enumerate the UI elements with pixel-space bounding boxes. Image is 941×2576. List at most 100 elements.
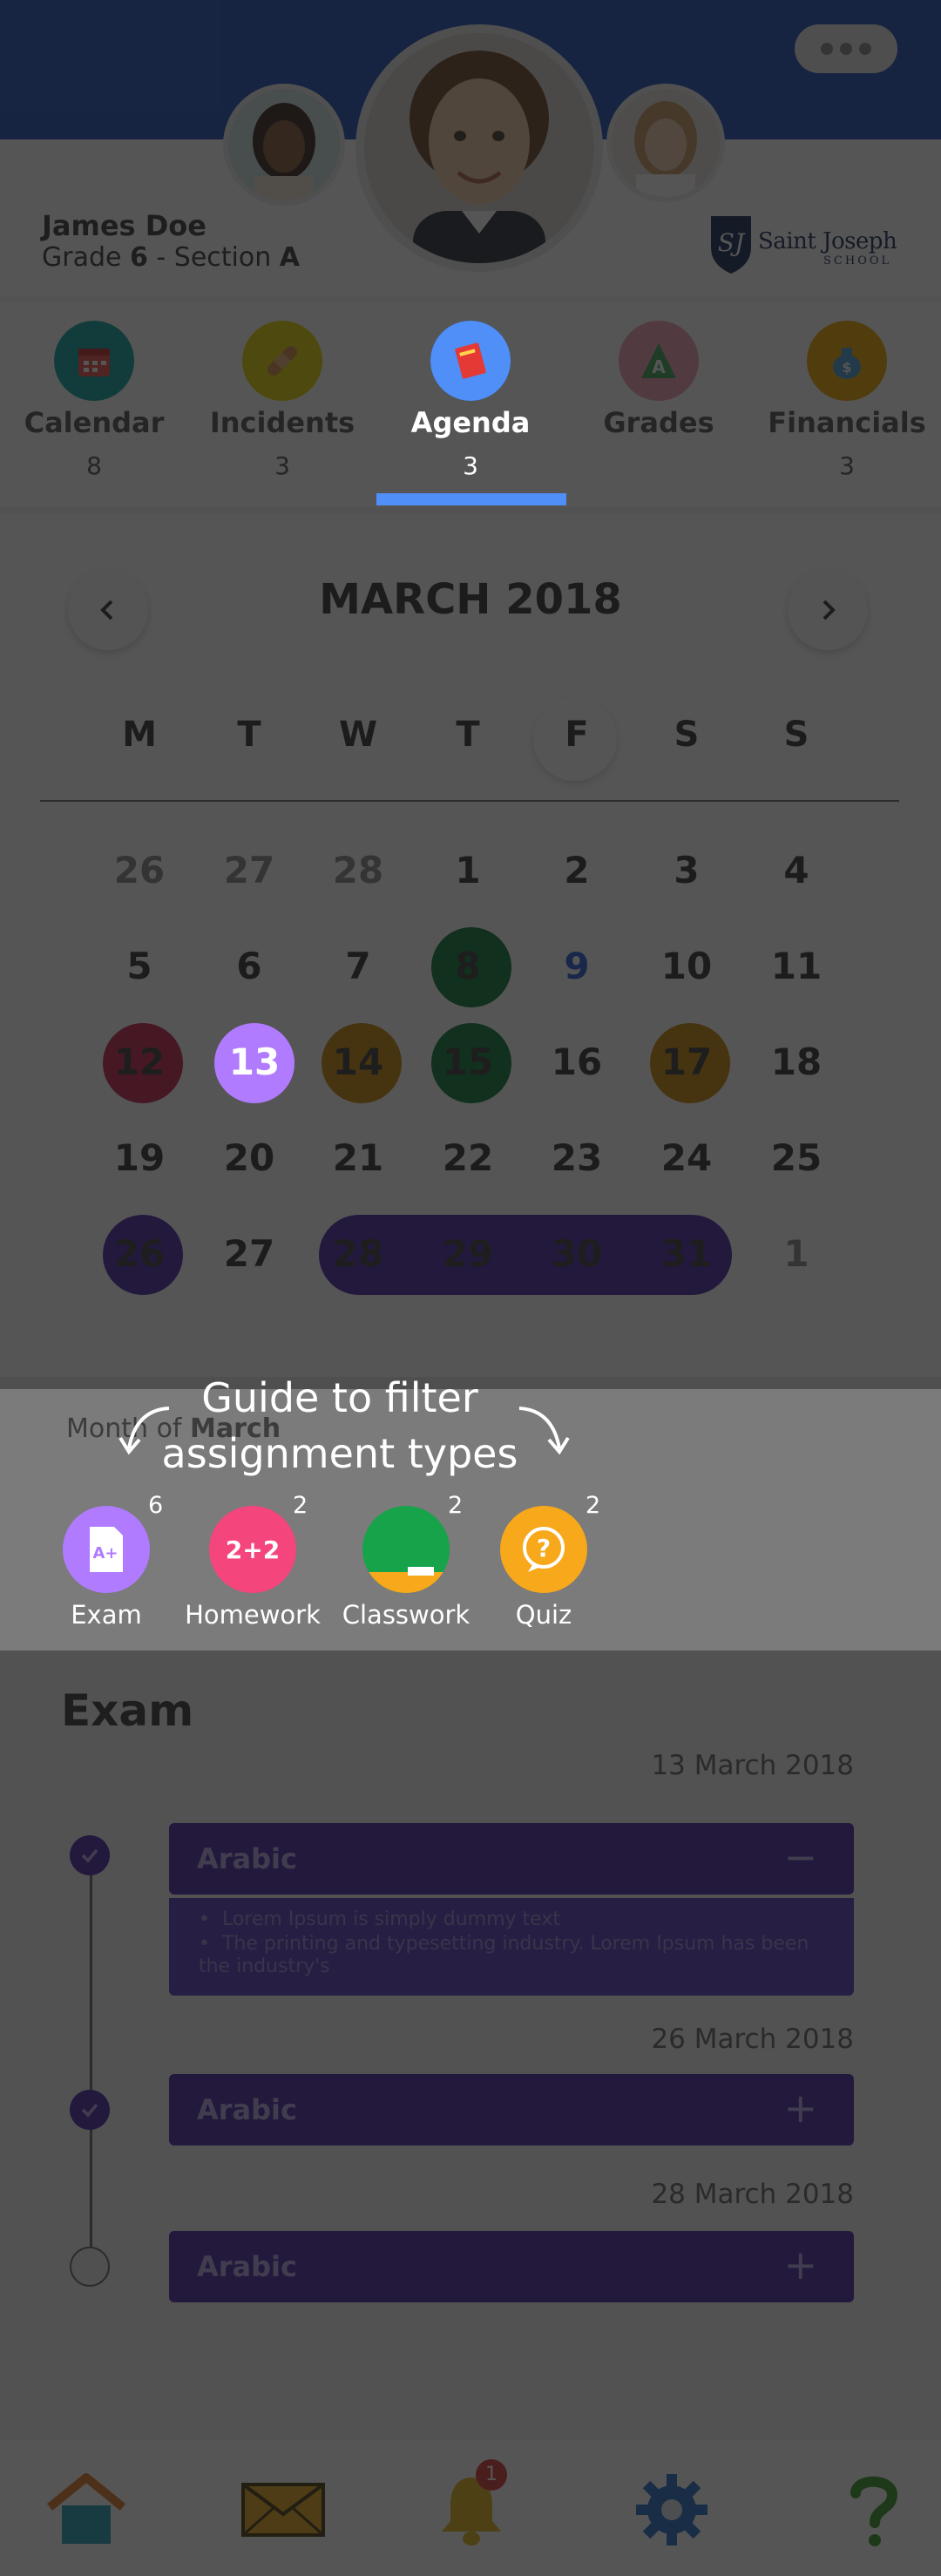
calendar-day[interactable]: 20	[206, 1119, 293, 1197]
selected-day-number[interactable]: 13	[211, 1023, 298, 1102]
calendar-day[interactable]: 29	[424, 1215, 511, 1293]
tab-count: 3	[463, 451, 478, 480]
calendar-day[interactable]: 16	[533, 1023, 620, 1102]
svg-text:$: $	[842, 359, 851, 376]
guide-line: Guide to filter	[201, 1374, 478, 1421]
expand-button[interactable]: +	[783, 2085, 817, 2132]
svg-text:SJ: SJ	[718, 228, 746, 257]
filter-label: Homework	[185, 1600, 321, 1630]
calendar-day[interactable]: 17	[643, 1023, 730, 1102]
filter-count: 6	[148, 1492, 164, 1519]
calendar-day[interactable]: 26	[96, 1215, 183, 1293]
filter-exam[interactable]: A+ 6 Exam	[37, 1492, 176, 1630]
calendar-day[interactable]: 31	[643, 1215, 730, 1293]
calendar-day[interactable]: 5	[96, 927, 183, 1006]
money-bag-icon: $	[807, 321, 887, 401]
classwork-icon	[362, 1506, 450, 1593]
filter-homework[interactable]: 2+2 2 Homework	[183, 1492, 322, 1630]
calendar-day[interactable]: 11	[753, 927, 840, 1006]
svg-text:A: A	[652, 356, 666, 377]
weekday-label: T	[237, 715, 261, 755]
timeline-line	[90, 1854, 92, 2264]
calendar-day[interactable]: 27	[206, 831, 293, 910]
calendar-day[interactable]: 4	[753, 831, 840, 910]
calendar-day[interactable]: 15	[424, 1023, 511, 1102]
filter-classwork[interactable]: 2 Classwork	[336, 1492, 476, 1630]
check-icon	[70, 2090, 110, 2130]
calendar-day[interactable]: 28	[315, 1215, 402, 1293]
book-icon	[430, 321, 511, 401]
calendar-day[interactable]: 1	[424, 831, 511, 910]
svg-text:A+: A+	[92, 1544, 118, 1563]
calendar-day[interactable]: 14	[315, 1023, 402, 1102]
filter-count: 2	[586, 1492, 601, 1519]
grade-a-icon: A	[619, 321, 699, 401]
tab-label: Incidents	[209, 406, 355, 439]
calendar-day[interactable]: 19	[96, 1119, 183, 1197]
tab-count: 8	[86, 451, 102, 480]
tab-grades[interactable]: A Grades	[565, 302, 753, 507]
notification-badge: 1	[476, 2459, 507, 2491]
calendar-day[interactable]: 22	[424, 1119, 511, 1197]
calendar-day[interactable]: 24	[643, 1119, 730, 1197]
calendar-day[interactable]: 26	[96, 831, 183, 910]
calendar-day[interactable]: 25	[753, 1119, 840, 1197]
homework-icon: 2+2	[209, 1506, 296, 1593]
settings-icon[interactable]	[624, 2466, 720, 2553]
home-icon[interactable]	[38, 2466, 134, 2553]
student-avatar[interactable]	[355, 24, 603, 272]
sibling-avatar-left[interactable]	[223, 84, 345, 206]
calendar-day-today[interactable]: 9	[533, 927, 620, 1006]
calendar-day[interactable]: 23	[533, 1119, 620, 1197]
exam-entry-header[interactable]: Arabic +	[169, 2074, 854, 2146]
check-icon	[70, 1835, 110, 1875]
calendar-divider	[40, 800, 899, 802]
calendar-day[interactable]: 12	[96, 1023, 183, 1102]
quiz-icon: ?	[500, 1506, 587, 1593]
tab-calendar[interactable]: Calendar 8	[0, 302, 188, 507]
detail-bullet: • Lorem Ipsum is simply dummy text	[199, 1908, 560, 1930]
bandage-icon	[242, 321, 322, 401]
calendar-day[interactable]: 30	[533, 1215, 620, 1293]
expand-button[interactable]: +	[783, 2241, 817, 2288]
exam-entry-header[interactable]: Arabic −	[169, 1823, 854, 1895]
tab-incidents[interactable]: Incidents 3	[188, 302, 376, 507]
guide-line: assignment types	[161, 1430, 518, 1477]
calendar-day[interactable]: 18	[753, 1023, 840, 1102]
calendar-day[interactable]: 1	[753, 1215, 840, 1293]
calendar-day[interactable]: 7	[315, 927, 402, 1006]
calendar-day[interactable]: 21	[315, 1119, 402, 1197]
exam-entry-header[interactable]: Arabic +	[169, 2231, 854, 2302]
mail-icon[interactable]	[235, 2466, 331, 2553]
school-name: Saint Joseph	[758, 228, 897, 254]
calendar-day[interactable]: 10	[643, 927, 730, 1006]
collapse-button[interactable]: −	[783, 1834, 817, 1881]
filter-count: 2	[293, 1492, 308, 1519]
curved-arrow-right-icon	[518, 1407, 570, 1455]
tutorial-guide-text: Guide to filter assignment types	[139, 1370, 540, 1481]
calendar-day[interactable]: 28	[315, 831, 402, 910]
subject-name: Arabic	[197, 2250, 297, 2283]
filter-label: Quiz	[515, 1600, 572, 1630]
tab-financials[interactable]: $ Financials 3	[753, 302, 941, 507]
next-month-button[interactable]	[788, 570, 868, 650]
calendar-day[interactable]: 6	[206, 927, 293, 1006]
agenda-screen: James Doe Grade 6 - Section A SJ Saint J…	[0, 0, 941, 2576]
entry-date: 26 March 2018	[651, 2024, 854, 2055]
calendar-day[interactable]: 27	[206, 1215, 293, 1293]
girl-portrait-icon	[228, 89, 340, 200]
calendar-day[interactable]: 2	[533, 831, 620, 910]
tab-count: 3	[274, 451, 290, 480]
dot-icon	[859, 43, 871, 55]
calendar-day[interactable]: 8	[424, 927, 511, 1006]
filter-quiz[interactable]: ? 2 Quiz	[474, 1492, 613, 1630]
active-tab-indicator-highlight	[376, 493, 566, 505]
weekday-label: S	[674, 715, 700, 755]
student-grade: Grade 6 - Section A	[42, 242, 301, 273]
calendar-day[interactable]: 3	[643, 831, 730, 910]
weekday-label: M	[122, 715, 157, 755]
tab-agenda-highlight[interactable]: Agenda 3	[376, 302, 565, 507]
help-icon[interactable]	[826, 2466, 922, 2553]
sibling-avatar-right[interactable]	[606, 84, 725, 202]
more-options-button[interactable]	[795, 24, 897, 73]
